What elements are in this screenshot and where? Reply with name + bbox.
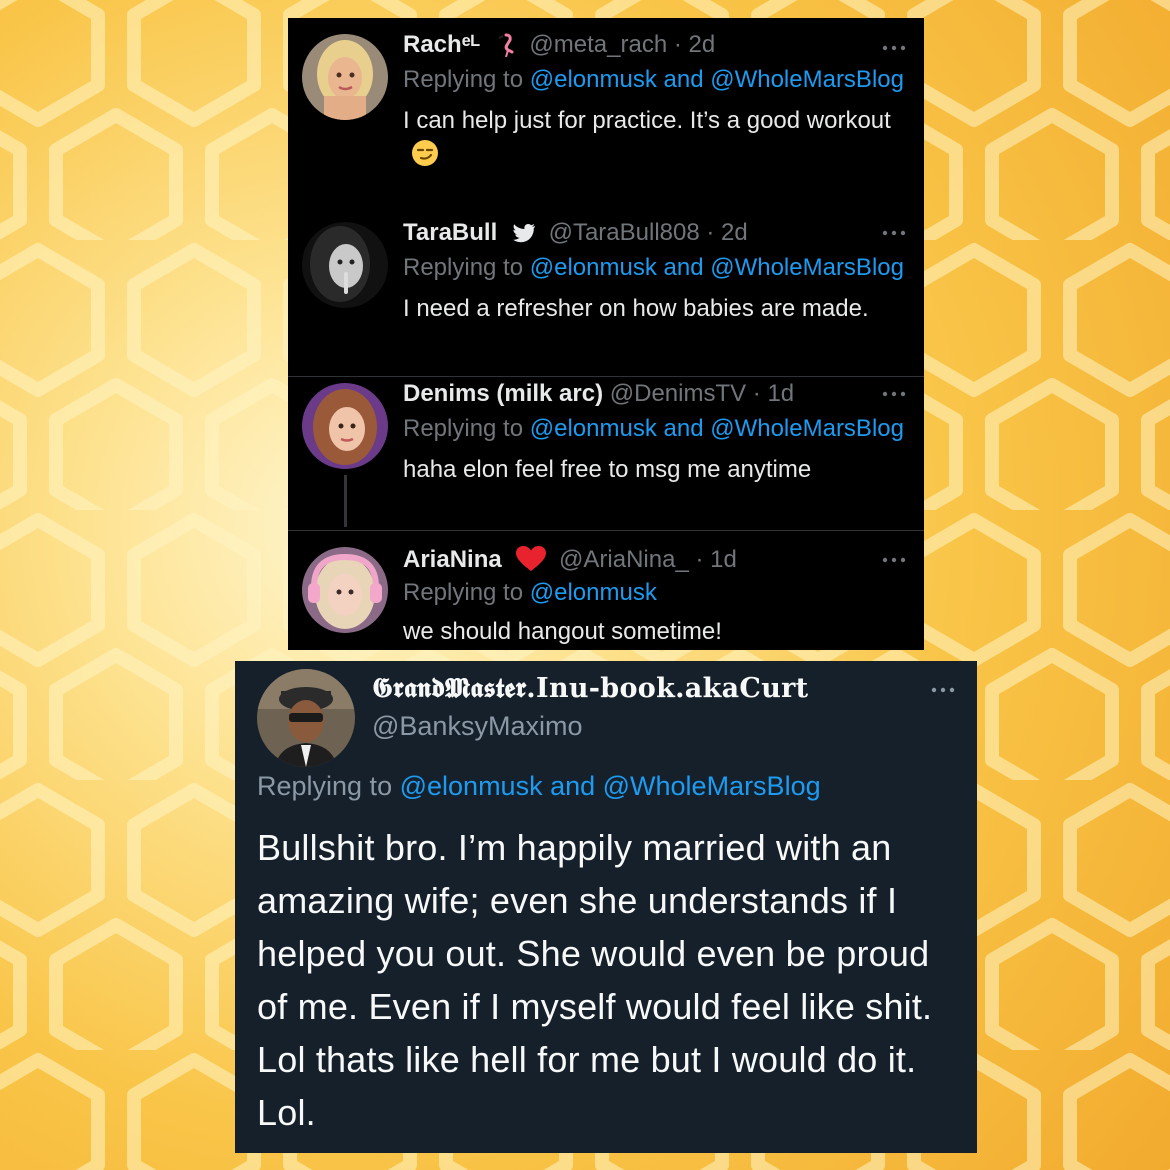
more-options-icon[interactable] — [880, 389, 908, 399]
handle-and-time[interactable]: @TaraBull808 · 2d — [549, 219, 748, 246]
more-options-icon[interactable] — [929, 685, 957, 695]
twitter-bird-icon — [512, 224, 535, 243]
red-heart-icon — [516, 546, 547, 571]
tweet-rachel[interactable]: Rachᵉᴸ @meta_rach · 2d Replying to @elon… — [288, 18, 924, 218]
tweet-text: I can help just for practice. It’s a goo… — [403, 104, 904, 172]
avatar[interactable] — [257, 669, 355, 767]
tweet-text: haha elon feel free to msg me anytime — [403, 456, 812, 483]
replying-to: Replying to @elonmusk and @WholeMarsBlog — [403, 254, 904, 281]
handle-and-time[interactable]: @DenimsTV · 1d — [610, 380, 794, 407]
avatar[interactable] — [302, 34, 388, 120]
flamingo-icon — [498, 33, 514, 57]
handle-and-time[interactable]: @meta_rach · 2d — [529, 31, 715, 58]
display-name[interactable]: 𝕲𝖗𝖆𝖓𝖉𝕸𝖆𝖘𝖙𝖊𝖗.Inu-book.akaCurt — [372, 673, 808, 705]
mention-link[interactable]: @elonmusk and @WholeMarsBlog — [400, 771, 821, 801]
display-name[interactable]: TaraBull — [403, 219, 497, 246]
display-name[interactable]: AriaNina — [403, 546, 502, 573]
reply-screenshot-dim: 𝕲𝖗𝖆𝖓𝖉𝕸𝖆𝖘𝖙𝖊𝖗.Inu-book.akaCurt @BanksyMaxi… — [235, 661, 977, 1153]
tweet-text: we should hangout sometime! — [403, 618, 722, 645]
mention-link[interactable]: @elonmusk and @WholeMarsBlog — [530, 66, 904, 93]
tweet-arianina[interactable]: AriaNina @AriaNina_ · 1d Replying to @el… — [288, 531, 924, 650]
handle-and-time[interactable]: @AriaNina_ · 1d — [559, 546, 737, 573]
avatar[interactable] — [302, 547, 388, 633]
more-options-icon[interactable] — [880, 228, 908, 238]
tweet-text: Bullshit bro. I’m happily married with a… — [257, 827, 933, 1133]
display-name[interactable]: Denims (milk arc) — [403, 380, 603, 407]
replying-to: Replying to @elonmusk and @WholeMarsBlog — [257, 771, 821, 801]
mention-link[interactable]: @elonmusk — [530, 579, 657, 606]
replying-to: Replying to @elonmusk and @WholeMarsBlog — [403, 415, 904, 442]
tweet-tarabull[interactable]: TaraBull @TaraBull808 · 2d Replying to @… — [288, 218, 924, 376]
mention-link[interactable]: @elonmusk and @WholeMarsBlog — [530, 415, 904, 442]
replying-to: Replying to @elonmusk — [403, 579, 657, 606]
avatar[interactable] — [302, 222, 388, 308]
replying-to: Replying to @elonmusk and @WholeMarsBlog — [403, 66, 904, 93]
tweet-text: I need a refresher on how babies are mad… — [403, 295, 869, 322]
reply-screenshot-dark: Rachᵉᴸ @meta_rach · 2d Replying to @elon… — [288, 18, 924, 650]
display-name[interactable]: Rachᵉᴸ — [403, 31, 480, 58]
more-options-icon[interactable] — [880, 555, 908, 565]
handle[interactable]: @BanksyMaximo — [372, 711, 582, 742]
more-options-icon[interactable] — [880, 43, 908, 53]
avatar[interactable] — [302, 383, 388, 469]
thread-line — [344, 475, 347, 527]
smirking-face-icon — [412, 140, 438, 166]
mention-link[interactable]: @elonmusk and @WholeMarsBlog — [530, 254, 904, 281]
tweet-denims[interactable]: Denims (milk arc) @DenimsTV · 1d Replyin… — [288, 377, 924, 529]
